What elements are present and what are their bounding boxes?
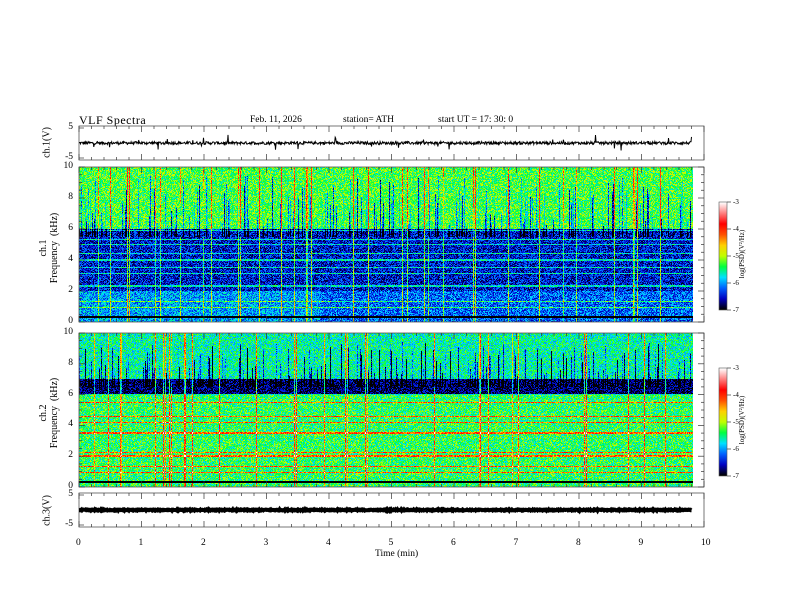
y-tick-label: 4: [68, 254, 73, 264]
colorbar-frame: [718, 201, 728, 311]
x-tick-label: 4: [326, 538, 331, 548]
colorbar-tick-label: -3: [733, 198, 739, 206]
x-tick-label: 3: [263, 538, 269, 548]
y-tick-label: 10: [63, 161, 74, 171]
y-tick-label: 5: [68, 489, 73, 499]
panel-frame: [78, 166, 705, 323]
colorbar-tick-label: -3: [733, 364, 739, 372]
ch1-waveform-ylabel: ch.1(V): [41, 127, 53, 158]
x-tick-label: 10: [701, 538, 711, 548]
ch3-waveform-ylabel: ch.3(V): [41, 495, 53, 526]
colorbar-tick-label: -7: [733, 472, 739, 480]
ch2-colorbar-label: log(PSD)(V²/Hz): [738, 395, 746, 445]
y-tick-label: 0: [68, 316, 73, 326]
y-tick-label: 10: [63, 327, 74, 337]
x-tick-label: 1: [138, 538, 144, 548]
y-tick-label: 6: [68, 223, 73, 233]
colorbar-tick-label: -7: [733, 306, 739, 314]
x-axis-label: Time (min): [375, 549, 419, 559]
plot-axes: [78, 125, 731, 528]
x-tick-label: 2: [201, 538, 206, 548]
ch1-colorbar-label: log(PSD)(V²/Hz): [738, 229, 746, 279]
ch1-spectrogram-ylabel: ch.1 Frequency (kHz): [38, 212, 60, 284]
y-tick-label: 8: [68, 357, 73, 368]
y-tick-label: 4: [68, 419, 73, 430]
colorbar-frame: [718, 367, 728, 477]
y-tick-label: 8: [68, 192, 73, 202]
x-tick-label: 7: [513, 538, 519, 548]
y-tick-label: -5: [65, 152, 73, 162]
y-tick-label: 6: [68, 388, 73, 399]
ch1-waveform-line: [79, 134, 692, 151]
x-tick-label: 9: [638, 538, 644, 548]
x-tick-label: 6: [451, 538, 456, 548]
ch3-waveform-line: [78, 505, 693, 515]
ch2-spectrogram-ylabel: ch.2 Frequency (kHz): [38, 377, 60, 449]
x-tick-label: 5: [388, 538, 394, 548]
y-tick-label: -5: [65, 519, 73, 529]
y-tick-label: 5: [68, 122, 73, 132]
x-tick-label: 8: [576, 538, 581, 548]
x-tick-label: 0: [76, 538, 81, 548]
y-tick-label: 2: [68, 285, 73, 295]
panel-frame: [78, 332, 705, 488]
y-tick-label: 2: [68, 450, 73, 461]
